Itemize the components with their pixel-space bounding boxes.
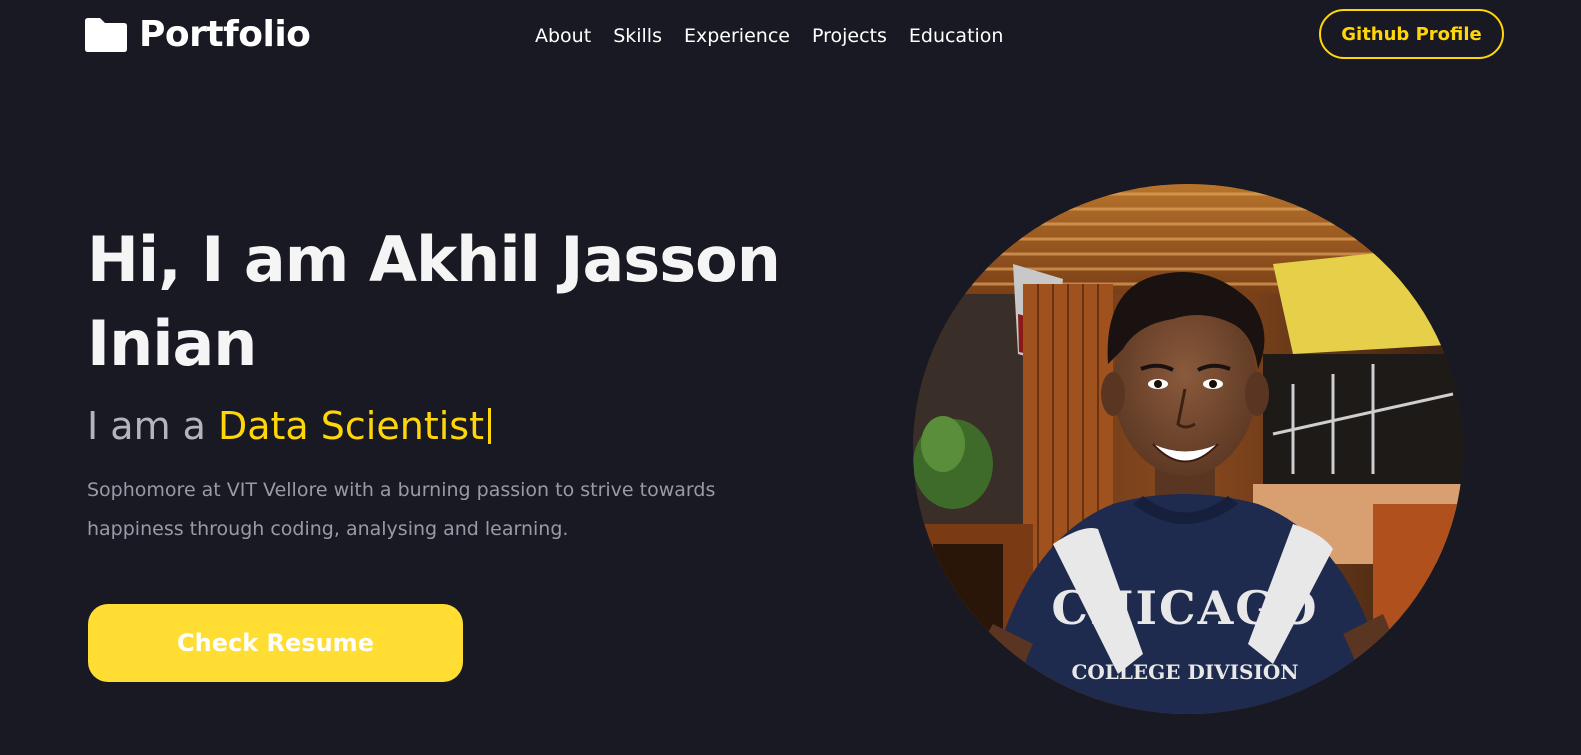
shirt-text: CHICAGO: [1051, 581, 1318, 635]
nav-link-experience[interactable]: Experience: [684, 22, 790, 50]
logo-text: Portfolio: [139, 14, 311, 55]
hero-description: Sophomore at VIT Vellore with a burning …: [87, 479, 716, 540]
check-resume-button[interactable]: Check Resume: [88, 604, 463, 682]
typing-cursor: [487, 408, 491, 444]
shirt-subtext: COLLEGE DIVISION: [1071, 660, 1298, 684]
github-profile-button[interactable]: Github Profile: [1319, 9, 1504, 59]
nav-links: About Skills Experience Projects Educati…: [535, 22, 1025, 50]
logo[interactable]: Portfolio: [83, 12, 311, 58]
nav-link-education[interactable]: Education: [909, 22, 1004, 50]
portfolio-page: Portfolio About Skills Experience Projec…: [0, 0, 1581, 755]
role-line: I am a Data Scientist: [87, 400, 491, 452]
nav-link-skills[interactable]: Skills: [613, 22, 662, 50]
navbar: Portfolio About Skills Experience Projec…: [0, 0, 1581, 72]
role-prefix: I am a: [87, 404, 206, 448]
profile-photo-illustration: CHICAGO COLLEGE DIVISION: [913, 184, 1463, 714]
folder-icon: [85, 18, 127, 52]
profile-photo: CHICAGO COLLEGE DIVISION: [913, 184, 1463, 714]
nav-link-about[interactable]: About: [535, 22, 591, 50]
role-value: Data Scientist: [217, 404, 484, 448]
hero-title: Hi, I am Akhil Jasson Inian: [87, 223, 781, 380]
nav-link-projects[interactable]: Projects: [812, 22, 887, 50]
